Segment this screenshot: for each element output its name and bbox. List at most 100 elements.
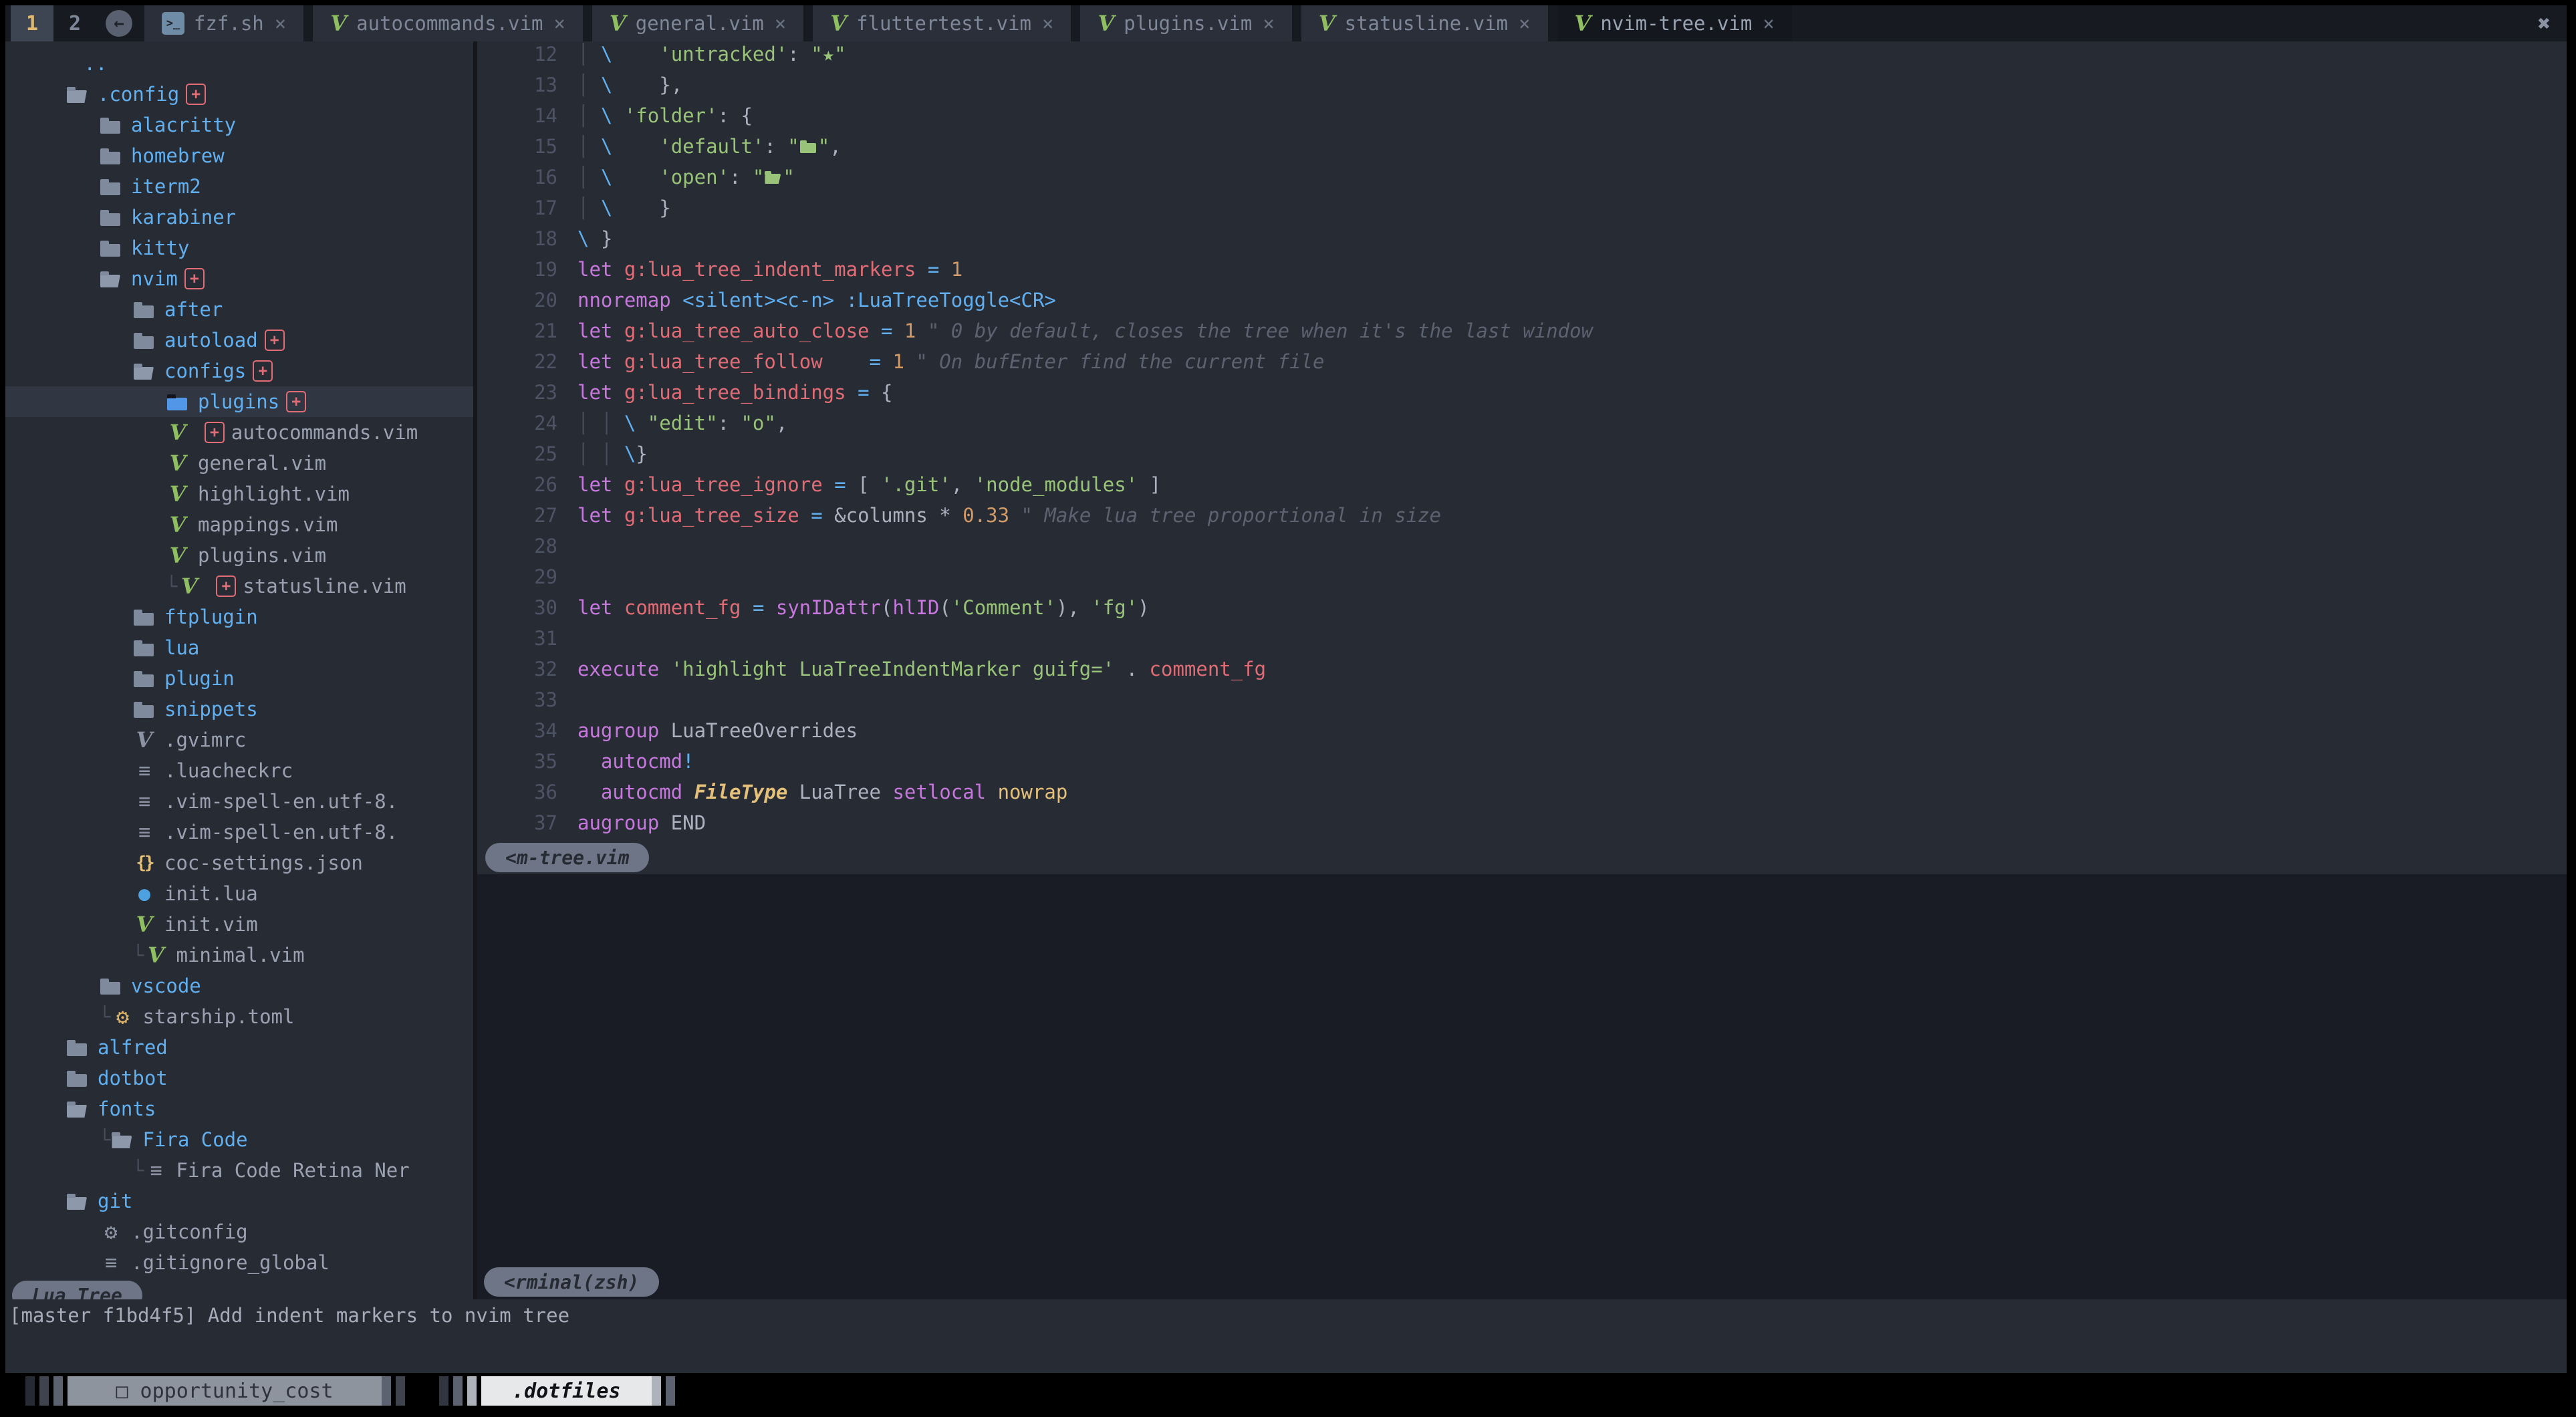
- tab-close-icon[interactable]: ×: [1519, 12, 1530, 35]
- file-type-icon: [830, 11, 847, 36]
- code-line[interactable]: 32 execute 'highlight LuaTreeIndentMarke…: [477, 658, 2567, 688]
- tree-item[interactable]: alacritty: [5, 110, 473, 140]
- tree-item[interactable]: .gvimrc: [5, 725, 473, 755]
- code-line[interactable]: 33: [477, 688, 2567, 719]
- tab-close-icon[interactable]: ×: [553, 12, 565, 35]
- tree-item[interactable]: after: [5, 294, 473, 325]
- file-icon: [132, 759, 156, 783]
- terminal-pane[interactable]: <rminal(zsh): [477, 874, 2567, 1299]
- tree-item[interactable]: karabiner: [5, 202, 473, 233]
- code-line[interactable]: 25 │ │ \}: [477, 442, 2567, 473]
- code-line[interactable]: 29: [477, 565, 2567, 596]
- tmux-window-tab[interactable]: □ opportunity_cost: [25, 1376, 410, 1406]
- tab-close-icon[interactable]: ×: [775, 12, 786, 35]
- tab-close-icon[interactable]: ×: [1263, 12, 1274, 35]
- tree-item[interactable]: + autocommands.vim: [5, 417, 473, 448]
- tree-item[interactable]: .config +: [5, 79, 473, 110]
- tab-close-icon[interactable]: ×: [1763, 12, 1774, 35]
- tree-item[interactable]: plugins +: [5, 386, 473, 417]
- code-line[interactable]: 27 let g:lua_tree_size = &columns * 0.33…: [477, 504, 2567, 535]
- tree-item[interactable]: lua: [5, 632, 473, 663]
- tree-item[interactable]: └ starship.toml: [5, 1001, 473, 1032]
- tree-item[interactable]: plugins.vim: [5, 540, 473, 571]
- code-text: │ │ \ "edit": "o",: [577, 412, 2567, 442]
- tmux-window-tab[interactable]: .dotfiles: [439, 1376, 680, 1406]
- tree-item[interactable]: iterm2: [5, 171, 473, 202]
- tree-item-label: .config: [98, 83, 179, 106]
- code-line[interactable]: 16 │ \ 'open': "": [477, 166, 2567, 197]
- code-line[interactable]: 22 let g:lua_tree_follow = 1 " On bufEnt…: [477, 350, 2567, 381]
- buffer-tab[interactable]: fluttertest.vim ×: [813, 5, 1071, 41]
- back-arrow-icon[interactable]: ←: [106, 10, 132, 37]
- code-line[interactable]: 20 nnoremap <silent><c-n> :LuaTreeToggle…: [477, 289, 2567, 319]
- command-message-line: [master f1bd4f5] Add indent markers to n…: [5, 1299, 2567, 1331]
- tree-item[interactable]: └ minimal.vim: [5, 940, 473, 971]
- code-line[interactable]: 26 let g:lua_tree_ignore = [ '.git', 'no…: [477, 473, 2567, 504]
- code-line[interactable]: 37 augroup END: [477, 811, 2567, 841]
- code-text: │ \ }: [577, 197, 2567, 227]
- tree-item[interactable]: autoload +: [5, 325, 473, 356]
- buffer-tab[interactable]: statusline.vim ×: [1301, 5, 1548, 41]
- code-line[interactable]: 28: [477, 535, 2567, 565]
- code-text: let g:lua_tree_bindings = {: [577, 381, 2567, 412]
- code-line[interactable]: 14 │ \ 'folder': {: [477, 104, 2567, 135]
- buffer-tab[interactable]: nvim-tree.vim ×: [1557, 5, 1792, 41]
- code-line[interactable]: 23 let g:lua_tree_bindings = {: [477, 381, 2567, 412]
- tree-item[interactable]: └ + statusline.vim: [5, 571, 473, 602]
- buffer-tab[interactable]: autocommands.vim ×: [313, 5, 583, 41]
- line-number: 15: [477, 135, 577, 166]
- code-line[interactable]: 24 │ │ \ "edit": "o",: [477, 412, 2567, 442]
- tab-close-icon[interactable]: ×: [1042, 12, 1053, 35]
- tree-item[interactable]: dotbot: [5, 1063, 473, 1093]
- tabpage-1[interactable]: 1: [11, 5, 53, 41]
- tree-item[interactable]: .vim-spell-en.utf-8.: [5, 817, 473, 848]
- tree-item[interactable]: homebrew: [5, 140, 473, 171]
- code-text: [577, 627, 2567, 658]
- terminal-line: [496, 1096, 2567, 1127]
- tree-item[interactable]: .luacheckrc: [5, 755, 473, 786]
- tree-item[interactable]: init.lua: [5, 878, 473, 909]
- tree-item-label: plugins.vim: [198, 544, 326, 567]
- tree-item[interactable]: └ Fira Code Retina Ner: [5, 1155, 473, 1186]
- buffer-tab[interactable]: plugins.vim ×: [1080, 5, 1291, 41]
- tree-item[interactable]: vscode: [5, 971, 473, 1001]
- tree-item[interactable]: mappings.vim: [5, 509, 473, 540]
- tree-item[interactable]: general.vim: [5, 448, 473, 479]
- tree-item[interactable]: ftplugin: [5, 602, 473, 632]
- code-line[interactable]: 30 let comment_fg = synIDattr(hlID('Comm…: [477, 596, 2567, 627]
- tree-item[interactable]: fonts: [5, 1093, 473, 1124]
- code-line[interactable]: 17 │ \ }: [477, 197, 2567, 227]
- tree-item[interactable]: snippets: [5, 694, 473, 725]
- code-line[interactable]: 35 autocmd!: [477, 750, 2567, 781]
- code-line[interactable]: 19 let g:lua_tree_indent_markers = 1: [477, 258, 2567, 289]
- tree-item-label: karabiner: [131, 206, 236, 229]
- tree-item[interactable]: .vim-spell-en.utf-8.: [5, 786, 473, 817]
- tree-item[interactable]: nvim +: [5, 263, 473, 294]
- tree-item[interactable]: git: [5, 1186, 473, 1216]
- buffer-tab[interactable]: general.vim ×: [592, 5, 803, 41]
- code-line[interactable]: 15 │ \ 'default': "",: [477, 135, 2567, 166]
- tree-item[interactable]: kitty: [5, 233, 473, 263]
- buffer-tab[interactable]: fzf.sh ×: [144, 5, 303, 41]
- code-line[interactable]: 34 augroup LuaTreeOverrides: [477, 719, 2567, 750]
- tree-item[interactable]: init.vim: [5, 909, 473, 940]
- code-editor[interactable]: 12 │ \ 'untracked': "★" 13 │ \ }, 14 │ \…: [477, 41, 2567, 841]
- tab-close-icon[interactable]: ×: [275, 12, 286, 35]
- tree-item[interactable]: └ Fira Code: [5, 1124, 473, 1155]
- tree-item[interactable]: alfred: [5, 1032, 473, 1063]
- tree-item[interactable]: plugin: [5, 663, 473, 694]
- code-line[interactable]: 18 \ }: [477, 227, 2567, 258]
- tree-item[interactable]: highlight.vim: [5, 479, 473, 509]
- close-all-icon[interactable]: ✖: [2522, 11, 2567, 36]
- tree-item[interactable]: configs +: [5, 356, 473, 386]
- code-line[interactable]: 31: [477, 627, 2567, 658]
- code-line[interactable]: 12 │ \ 'untracked': "★": [477, 43, 2567, 74]
- tree-item[interactable]: .gitconfig: [5, 1216, 473, 1247]
- code-line[interactable]: 13 │ \ },: [477, 74, 2567, 104]
- code-line[interactable]: 21 let g:lua_tree_auto_close = 1 " 0 by …: [477, 319, 2567, 350]
- tree-item[interactable]: coc-settings.json: [5, 848, 473, 878]
- tabpage-2[interactable]: 2: [53, 5, 96, 41]
- tree-item[interactable]: ..: [5, 48, 473, 79]
- tree-item[interactable]: .gitignore_global: [5, 1247, 473, 1278]
- code-line[interactable]: 36 autocmd FileType LuaTree setlocal now…: [477, 781, 2567, 811]
